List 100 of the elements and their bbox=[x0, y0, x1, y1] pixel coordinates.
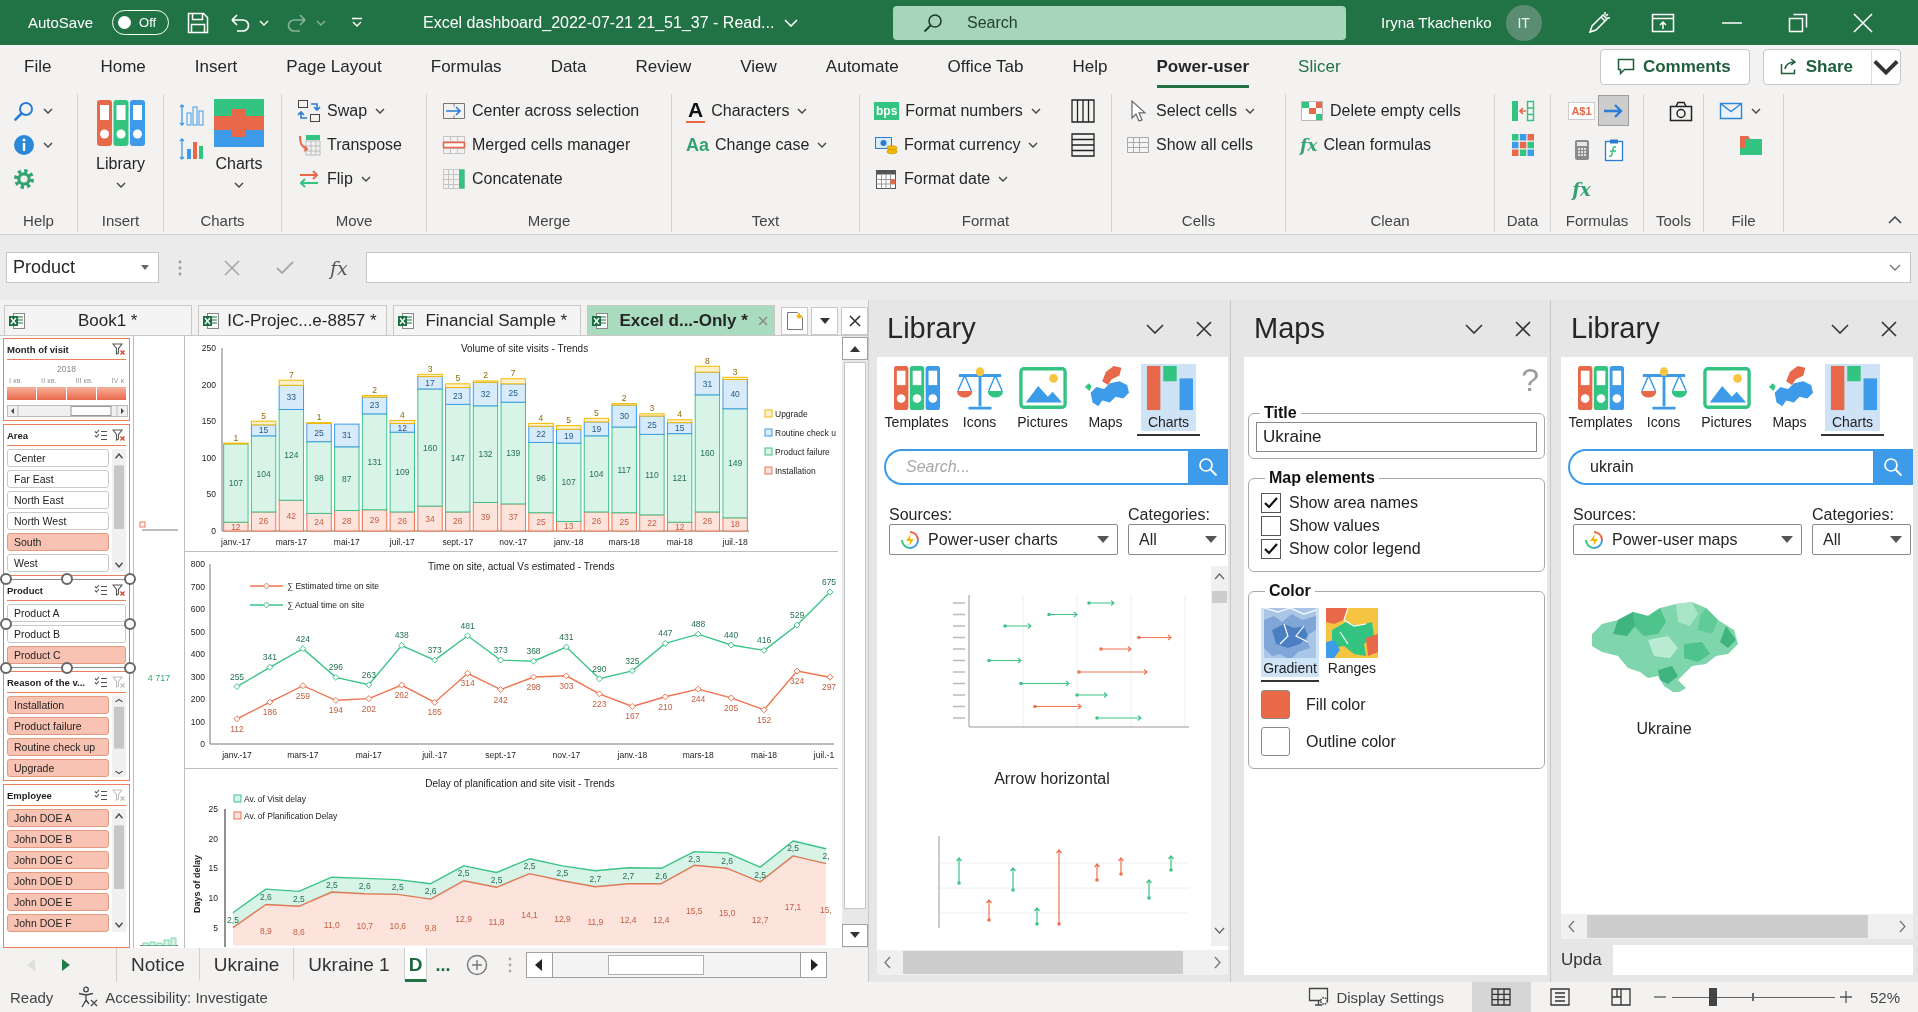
slicer-panel[interactable]: Product Product A Product B Product C bbox=[3, 579, 130, 668]
customize-icon[interactable] bbox=[351, 17, 364, 28]
slicer-item[interactable]: North East bbox=[7, 491, 109, 509]
category-tab[interactable]: Icons bbox=[948, 364, 1011, 436]
resize-handle[interactable] bbox=[0, 573, 12, 585]
checkbox[interactable] bbox=[1261, 493, 1281, 513]
category-tab[interactable]: Maps bbox=[1758, 364, 1821, 436]
charts-button[interactable]: Charts bbox=[213, 94, 265, 210]
horizontal-scrollbar[interactable] bbox=[877, 950, 1228, 975]
flip-button[interactable]: Flip bbox=[297, 164, 426, 194]
format-date-button[interactable]: Format date bbox=[874, 164, 1041, 194]
show-all-cells-button[interactable]: Show all cells bbox=[1126, 130, 1285, 160]
slicer-item[interactable]: Installation bbox=[7, 696, 109, 714]
slicer-panel[interactable]: Area Center Far East North East North West South West bbox=[3, 424, 130, 576]
category-tab[interactable]: Charts bbox=[1137, 364, 1200, 436]
delete-empty-cells-button[interactable]: Delete empty cells bbox=[1300, 96, 1494, 126]
workbook-tab[interactable]: IC-Projec...e-8857 * bbox=[198, 305, 387, 335]
merged-cells-manager-button[interactable]: Merged cells manager bbox=[442, 130, 671, 160]
category-tab[interactable]: Templates bbox=[1569, 364, 1632, 436]
slicer-item[interactable]: John DOE C bbox=[7, 851, 109, 869]
pen-button[interactable] bbox=[1586, 10, 1611, 35]
vertical-scrollbar[interactable] bbox=[112, 696, 126, 777]
swap-button[interactable]: Swap bbox=[297, 96, 426, 126]
search-field[interactable]: Search bbox=[893, 5, 1347, 40]
color-swatch-icon[interactable] bbox=[1261, 690, 1290, 719]
library-button[interactable]: Library bbox=[94, 94, 147, 210]
transpose-button[interactable]: Transpose bbox=[297, 130, 426, 160]
sources-dropdown[interactable]: Power-user maps bbox=[1573, 524, 1802, 555]
color-mode-tab[interactable]: Ranges bbox=[1323, 608, 1381, 682]
column-format-button[interactable] bbox=[1071, 96, 1095, 126]
workbook-tab[interactable]: Excel d...-Only * bbox=[587, 305, 776, 335]
clear-filter-icon[interactable] bbox=[112, 342, 126, 356]
ribbon-tab[interactable]: Data bbox=[550, 45, 587, 88]
formula-input[interactable] bbox=[365, 252, 1911, 283]
input-field[interactable] bbox=[1613, 945, 1913, 975]
collapse-ribbon-icon[interactable] bbox=[1888, 216, 1902, 224]
title-input[interactable]: Ukraine bbox=[1256, 422, 1537, 452]
slicer-item[interactable]: John DOE E bbox=[7, 893, 109, 911]
ribbon-tab[interactable]: Office Tab bbox=[947, 45, 1024, 88]
slicer-item[interactable]: Far East bbox=[7, 470, 109, 488]
search-field[interactable]: ukrain bbox=[1568, 449, 1873, 485]
slicer-item[interactable]: West bbox=[7, 554, 109, 572]
sheet-tab[interactable]: Ukraine 1 bbox=[294, 948, 405, 982]
zoom-in-icon[interactable] bbox=[1839, 991, 1852, 1003]
center-across-selection-button[interactable]: Center across selection bbox=[442, 96, 671, 126]
horizontal-scrollbar[interactable] bbox=[7, 405, 128, 417]
undo-button[interactable] bbox=[229, 11, 252, 34]
ribbon-tab[interactable]: Review bbox=[635, 45, 692, 88]
ribbon-tab[interactable]: Page Layout bbox=[286, 45, 382, 88]
ribbon-tab[interactable]: Formulas bbox=[430, 45, 502, 88]
slicer-item[interactable]: Product B bbox=[7, 625, 126, 643]
accessibility-button[interactable]: Accessibility: Investigate bbox=[77, 986, 268, 1008]
ribbon-display-button[interactable] bbox=[1650, 12, 1675, 33]
ribbon-tab[interactable]: Help bbox=[1072, 45, 1108, 88]
search-field[interactable]: Search... bbox=[884, 449, 1188, 485]
slicer-item[interactable]: Product A bbox=[7, 604, 126, 622]
ribbon-tab[interactable]: Insert bbox=[194, 45, 238, 88]
vertical-scrollbar[interactable] bbox=[112, 809, 126, 932]
vertical-scrollbar[interactable] bbox=[112, 449, 126, 572]
category-tab[interactable]: Pictures bbox=[1695, 364, 1758, 436]
next-sheet-icon[interactable] bbox=[62, 959, 70, 971]
categories-dropdown[interactable]: All bbox=[1812, 524, 1911, 555]
workbook-tab[interactable]: Financial Sample * bbox=[392, 305, 581, 335]
slicer-panel[interactable]: Employee John DOE A John DOE B John DOE C John DOE D John DOE E John DOE F bbox=[3, 784, 130, 948]
slicer-item[interactable]: John DOE B bbox=[7, 830, 109, 848]
search-button[interactable] bbox=[1188, 449, 1228, 485]
display-settings-button[interactable]: Display Settings bbox=[1308, 987, 1444, 1007]
checkbox[interactable] bbox=[1261, 539, 1281, 559]
share-button[interactable]: Share bbox=[1762, 48, 1901, 85]
ribbon-tab[interactable]: File bbox=[24, 45, 52, 88]
ribbon-tab[interactable]: Home bbox=[100, 45, 146, 88]
multi-select-icon[interactable] bbox=[94, 676, 107, 688]
category-tab[interactable]: Icons bbox=[1632, 364, 1695, 436]
categories-dropdown[interactable]: All bbox=[1128, 524, 1226, 555]
sheet-tab[interactable]: Ukraine bbox=[199, 948, 295, 982]
color-swatch-icon[interactable] bbox=[1261, 727, 1290, 756]
slicer-panel[interactable]: Reason of the v... Installation Product failure Routine check up Upgrade bbox=[3, 671, 130, 781]
slicer-item[interactable]: Product C bbox=[7, 646, 126, 664]
clear-filter-icon[interactable] bbox=[112, 583, 126, 597]
multi-select-icon[interactable] bbox=[94, 429, 107, 441]
save-button[interactable] bbox=[187, 11, 210, 34]
more-sheets-button[interactable]: ... bbox=[435, 954, 451, 976]
restore-button[interactable] bbox=[1787, 12, 1808, 33]
resize-handle[interactable] bbox=[0, 662, 12, 674]
sheet-tab[interactable]: Notice bbox=[117, 948, 200, 982]
color-mode-tab[interactable]: Gradient bbox=[1261, 608, 1319, 682]
new-tab-button[interactable] bbox=[781, 307, 809, 335]
slicer-item[interactable]: John DOE A bbox=[7, 809, 109, 827]
horizontal-scrollbar[interactable] bbox=[1561, 914, 1913, 939]
concatenate-button[interactable]: Concatenate bbox=[442, 164, 671, 194]
category-tab[interactable]: Pictures bbox=[1011, 364, 1074, 436]
trace-button[interactable] bbox=[1598, 95, 1629, 126]
slicer-item[interactable]: John DOE D bbox=[7, 872, 109, 890]
ribbon-tab[interactable]: Slicer bbox=[1298, 45, 1341, 88]
ribbon-tab[interactable]: View bbox=[740, 45, 777, 88]
sources-dropdown[interactable]: Power-user charts bbox=[889, 524, 1118, 555]
slicer-item[interactable]: North West bbox=[7, 512, 109, 530]
clear-filter-icon[interactable] bbox=[112, 428, 126, 442]
add-sheet-button[interactable] bbox=[466, 954, 489, 976]
slicer-item[interactable]: Routine check up bbox=[7, 738, 109, 756]
